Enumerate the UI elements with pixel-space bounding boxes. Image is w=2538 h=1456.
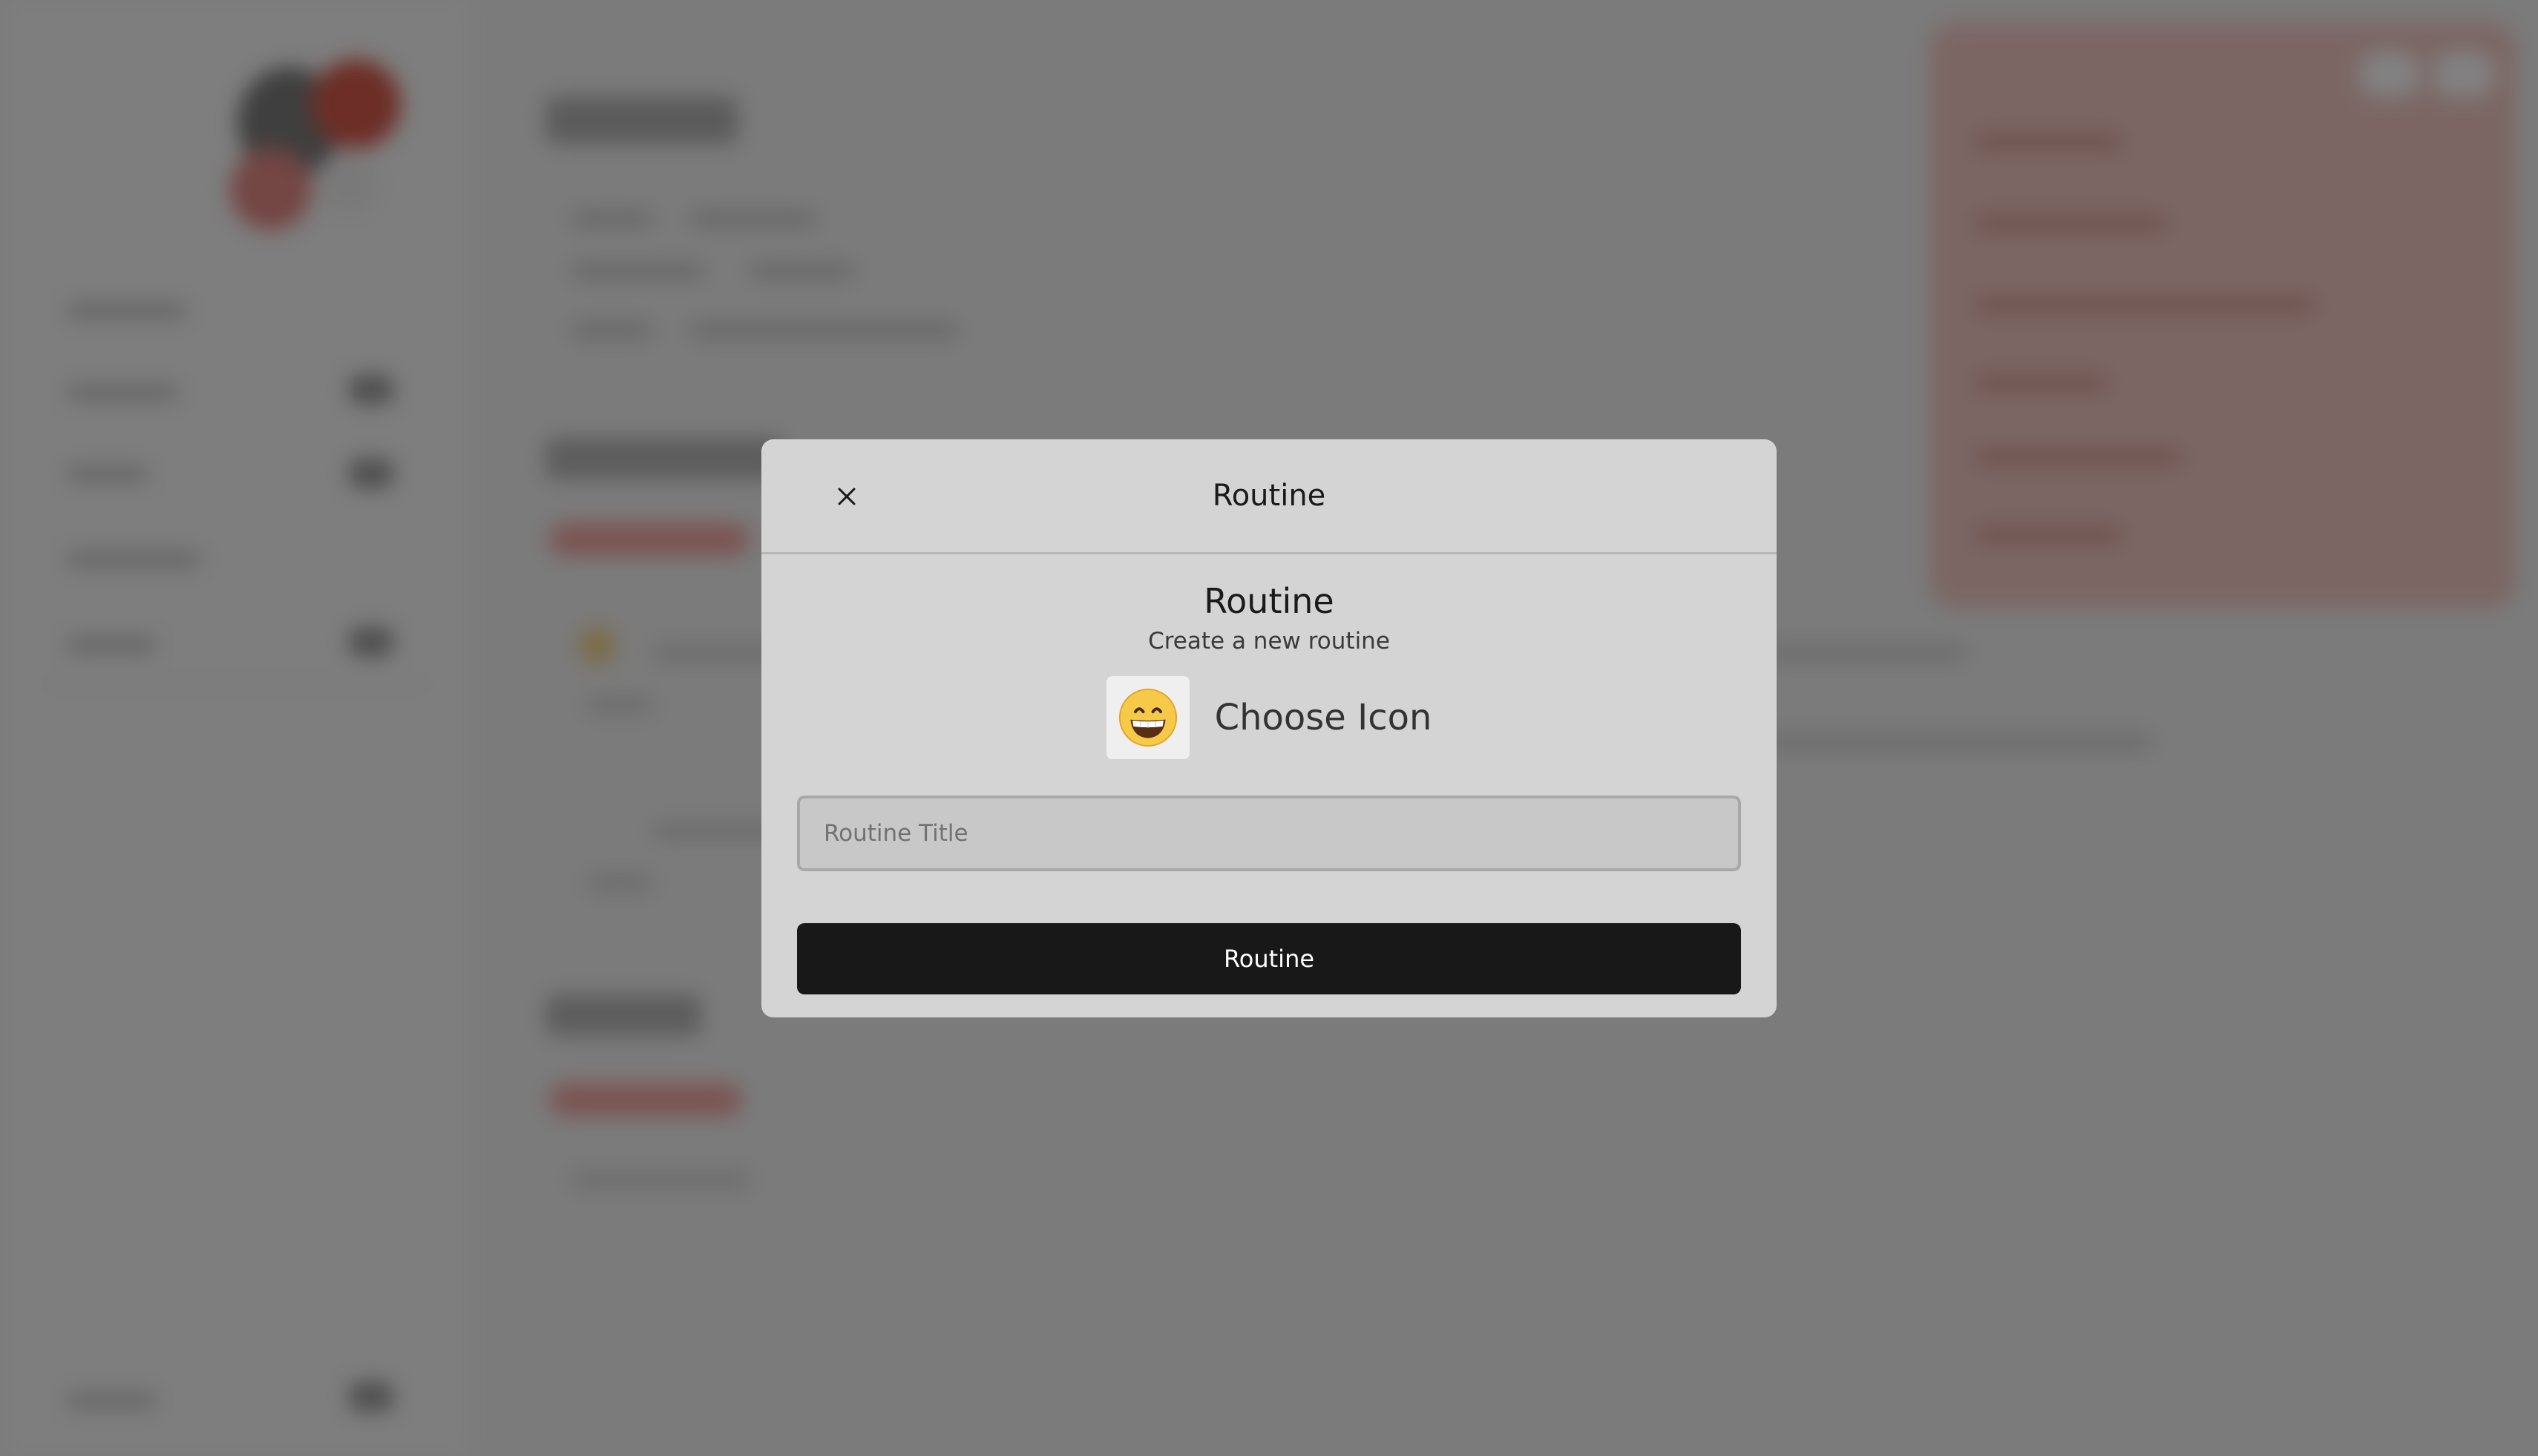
routine-modal: Routine Routine Create a new routine Cho… xyxy=(761,439,1777,1017)
modal-header-title: Routine xyxy=(1212,479,1326,513)
routine-title-input[interactable] xyxy=(797,796,1741,871)
choose-icon-label[interactable]: Choose Icon xyxy=(1215,697,1432,738)
icon-picker: Choose Icon xyxy=(761,676,1777,759)
close-button[interactable] xyxy=(819,469,874,524)
modal-subtitle: Create a new routine xyxy=(1148,628,1390,655)
create-routine-button[interactable]: Routine xyxy=(797,923,1741,994)
close-icon xyxy=(838,488,856,505)
selected-icon-button[interactable] xyxy=(1106,676,1190,759)
grinning-face-icon xyxy=(1118,688,1177,747)
modal-body: Routine Create a new routine Choose Icon xyxy=(761,554,1777,759)
modal-body-title: Routine xyxy=(1204,581,1334,621)
modal-header: Routine xyxy=(761,439,1777,554)
